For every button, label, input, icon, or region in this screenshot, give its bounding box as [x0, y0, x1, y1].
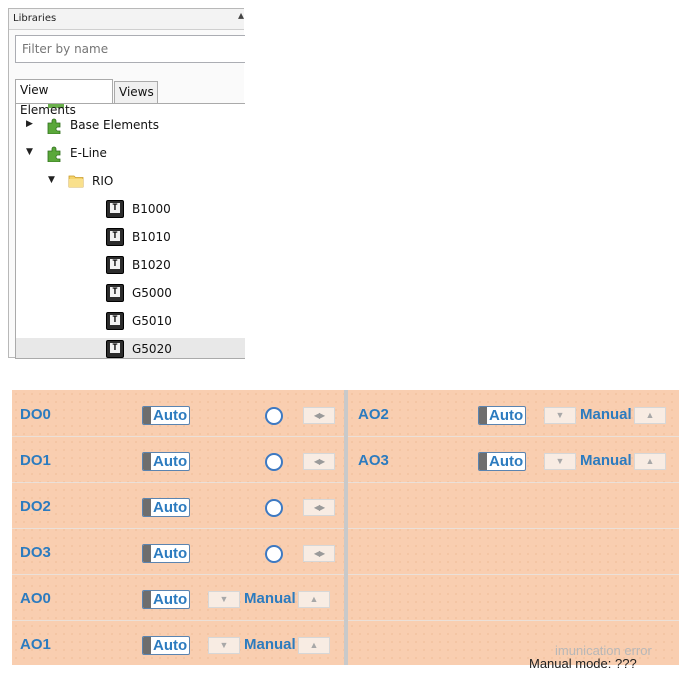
auto-button-ao3[interactable]: Auto [478, 452, 526, 471]
toggle-button-do3[interactable]: ◀▶ [303, 545, 335, 562]
channel-label-ao1: AO1 [20, 636, 51, 653]
text-element-icon [106, 200, 124, 218]
output-state-indicator-do2[interactable] [265, 499, 283, 517]
libraries-title: Libraries [13, 13, 57, 24]
toggle-button-do1[interactable]: ◀▶ [303, 453, 335, 470]
text-element-icon [106, 228, 124, 246]
decrease-button-ao3[interactable]: ▼ [544, 453, 576, 470]
tree-item-label: Base Elements [70, 118, 159, 132]
manual-label-ao2: Manual [580, 406, 632, 423]
tree-item-b1020[interactable]: B1020 [16, 254, 245, 278]
io-control-panel: DO0 Auto ◀▶ DO1 Auto ◀▶ DO2 Auto ◀▶ DO3 … [12, 390, 679, 665]
tree-item-g5000[interactable]: G5000 [16, 282, 245, 306]
increase-button-ao3[interactable]: ▲ [634, 453, 666, 470]
auto-button-do2[interactable]: Auto [142, 498, 190, 517]
toggle-button-do2[interactable]: ◀▶ [303, 499, 335, 516]
manual-label-ao3: Manual [580, 452, 632, 469]
tree-item-label: B1010 [132, 230, 171, 244]
manual-label-ao1: Manual [244, 636, 296, 653]
decrease-button-ao2[interactable]: ▼ [544, 407, 576, 424]
decrease-button-ao0[interactable]: ▼ [208, 591, 240, 608]
increase-button-ao0[interactable]: ▲ [298, 591, 330, 608]
output-state-indicator-do3[interactable] [265, 545, 283, 563]
puzzle-icon [47, 118, 61, 134]
row-divider [348, 436, 679, 437]
auto-button-do0[interactable]: Auto [142, 406, 190, 425]
toggle-button-do0[interactable]: ◀▶ [303, 407, 335, 424]
increase-button-ao2[interactable]: ▲ [634, 407, 666, 424]
row-divider [12, 574, 344, 575]
panel-menu-icon[interactable]: ▴ [238, 5, 244, 25]
manual-label-ao0: Manual [244, 590, 296, 607]
libraries-panel: Libraries ▴ View Elements Views ▶ Base E… [8, 8, 245, 359]
folder-icon [68, 175, 84, 188]
auto-button-ao0[interactable]: Auto [142, 590, 190, 609]
text-element-icon [106, 312, 124, 330]
auto-button-do3[interactable]: Auto [142, 544, 190, 563]
auto-button-ao2[interactable]: Auto [478, 406, 526, 425]
tree-item-g5010[interactable]: G5010 [16, 310, 245, 334]
output-state-indicator-do1[interactable] [265, 453, 283, 471]
row-divider [12, 528, 344, 529]
libraries-header: Libraries ▴ [9, 8, 244, 30]
tab-view-elements[interactable]: View Elements [15, 79, 113, 117]
tree-item-g5020[interactable]: G5020 [16, 338, 245, 358]
chevron-down-icon[interactable]: ▼ [26, 147, 33, 157]
tree-item-label: RIO [92, 174, 114, 188]
row-divider [12, 436, 344, 437]
channel-label-ao0: AO0 [20, 590, 51, 607]
tree-item-b1000[interactable]: B1000 [16, 198, 245, 222]
channel-label-do3: DO3 [20, 544, 51, 561]
channel-label-do0: DO0 [20, 406, 51, 423]
tree-item-label: G5010 [132, 314, 172, 328]
text-element-icon [106, 340, 124, 358]
puzzle-icon [47, 146, 61, 162]
row-divider [12, 620, 344, 621]
tab-views[interactable]: Views [114, 81, 158, 103]
tree-item-label: B1000 [132, 202, 171, 216]
row-divider [348, 482, 679, 483]
tree-item-rio[interactable]: ▼ RIO [16, 170, 245, 194]
channel-label-do2: DO2 [20, 498, 51, 515]
tree-item-label: G5000 [132, 286, 172, 300]
row-divider [348, 574, 679, 575]
auto-button-do1[interactable]: Auto [142, 452, 190, 471]
tree-item-label: G5020 [132, 342, 172, 356]
channel-label-do1: DO1 [20, 452, 51, 469]
chevron-down-icon[interactable]: ▼ [48, 175, 55, 185]
library-tree[interactable]: ▶ Base Elements ▼ E-Line ▼ RIO B1000 [15, 103, 245, 359]
row-divider [12, 482, 344, 483]
filter-input[interactable] [15, 35, 245, 63]
tree-item-e-line[interactable]: ▼ E-Line [16, 142, 245, 166]
text-element-icon [106, 284, 124, 302]
tree-item-label: E-Line [70, 146, 107, 160]
increase-button-ao1[interactable]: ▲ [298, 637, 330, 654]
channel-label-ao3: AO3 [358, 452, 389, 469]
tree-item-label: B1020 [132, 258, 171, 272]
tree-item-b1010[interactable]: B1010 [16, 226, 245, 250]
text-element-icon [106, 256, 124, 274]
output-state-indicator-do0[interactable] [265, 407, 283, 425]
auto-button-ao1[interactable]: Auto [142, 636, 190, 655]
manual-mode-status: Manual mode: ??? [529, 656, 637, 671]
row-divider [348, 528, 679, 529]
row-divider [348, 620, 679, 621]
chevron-right-icon[interactable]: ▶ [26, 119, 33, 129]
channel-label-ao2: AO2 [358, 406, 389, 423]
decrease-button-ao1[interactable]: ▼ [208, 637, 240, 654]
